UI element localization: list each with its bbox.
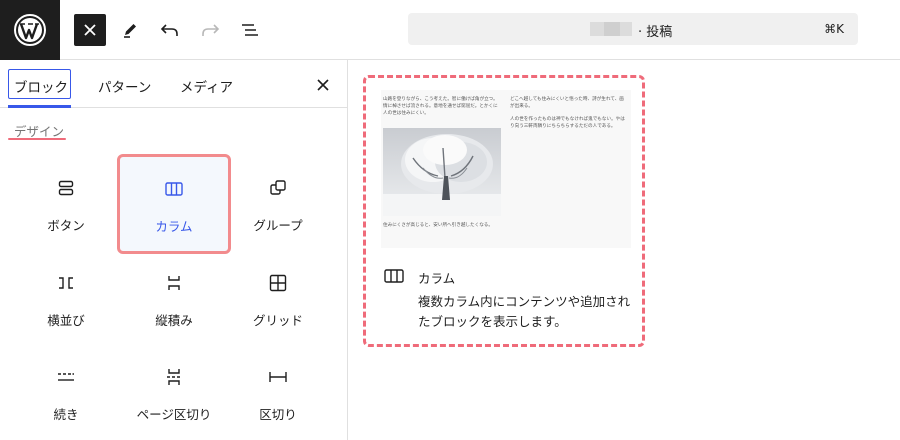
more-icon	[56, 367, 76, 387]
command-shortcut: ⌘K	[824, 22, 844, 36]
wordpress-logo-icon	[14, 14, 46, 46]
block-item-row[interactable]: 横並び	[12, 251, 120, 345]
tab-blocks[interactable]: ブロック	[14, 76, 68, 96]
close-inserter-toggle-button[interactable]	[74, 14, 106, 46]
block-label: 区切り	[259, 407, 297, 422]
wordpress-logo-button[interactable]	[0, 0, 60, 60]
stack-icon	[164, 273, 184, 293]
block-item-page-break[interactable]: ページ区切り	[120, 345, 228, 439]
close-icon	[84, 24, 96, 36]
pencil-icon	[124, 24, 136, 38]
row-icon	[56, 273, 76, 293]
block-label: ボタン	[47, 218, 85, 233]
block-item-group[interactable]: グループ	[224, 156, 332, 250]
block-item-columns[interactable]: カラム	[117, 154, 231, 254]
block-label: グループ	[253, 218, 303, 233]
block-label: 横並び	[47, 313, 85, 328]
block-item-stack[interactable]: 縦積み	[120, 251, 228, 345]
active-tab-indicator	[8, 105, 71, 108]
block-item-more[interactable]: 続き	[12, 345, 120, 439]
command-palette-bar[interactable]: · 投稿 ⌘K	[408, 13, 858, 45]
blurred-post-title-fragment	[604, 22, 620, 36]
editor-top-toolbar: · 投稿 ⌘K	[0, 0, 900, 60]
grid-icon	[268, 273, 288, 293]
block-item-grid[interactable]: グリッド	[224, 251, 332, 345]
undo-icon	[160, 24, 178, 36]
block-preview-popover: 山路を登りながら、こう考えた。智に働けば角が立つ。情に棹させば流される。意地を通…	[363, 75, 645, 347]
tools-button[interactable]	[114, 14, 146, 46]
list-view-icon	[242, 24, 258, 36]
block-label: 縦積み	[155, 313, 193, 328]
preview-column-1-caption: 住みにくさが高じると、安い所へ引き越したくなる。	[383, 223, 493, 228]
group-icon	[268, 178, 288, 198]
tab-media[interactable]: メディア	[180, 76, 233, 96]
block-item-spacer[interactable]: 区切り	[224, 345, 332, 439]
block-label: 続き	[53, 407, 79, 422]
spacer-icon	[268, 367, 288, 387]
undo-button[interactable]	[154, 14, 186, 46]
category-heading-underline	[8, 138, 66, 140]
page-break-icon	[164, 367, 184, 387]
close-icon	[317, 79, 329, 91]
preview-block-description: 複数カラム内にコンテンツや追加されたブロックを表示します。	[418, 294, 631, 329]
close-panel-button[interactable]	[312, 74, 334, 96]
preview-column-1-text: 山路を登りながら、こう考えた。智に働けば角が立つ。情に棹させば流される。意地を通…	[383, 97, 498, 116]
redo-button[interactable]	[194, 14, 226, 46]
document-overview-button[interactable]	[234, 14, 266, 46]
preview-column-2-text-2: 人の世を作ったものは神でもなければ鬼でもない。やはり向う三軒両隣りにちらちらする…	[510, 117, 625, 129]
buttons-icon	[56, 178, 76, 198]
block-item-buttons[interactable]: ボタン	[12, 156, 120, 250]
columns-icon	[384, 268, 404, 284]
block-label: カラム	[155, 219, 193, 234]
inserter-tabs: ブロック パターン メディア	[0, 60, 348, 108]
preview-block-title: カラム	[418, 271, 456, 286]
block-inserter-panel: ブロック パターン メディア デザイン ボタン カラム グループ 横並び 縦積み…	[0, 60, 348, 440]
columns-icon	[164, 179, 184, 199]
block-label: グリッド	[252, 313, 303, 328]
redo-icon	[202, 24, 220, 36]
preview-tree-image	[383, 128, 501, 216]
columns-preview-thumbnail: 山路を登りながら、こう考えた。智に働けば角が立つ。情に棹させば流される。意地を通…	[381, 90, 631, 248]
block-label: ページ区切り	[136, 407, 212, 422]
post-type-label: · 投稿	[638, 25, 673, 40]
tab-patterns[interactable]: パターン	[98, 76, 151, 96]
preview-column-2-text: どこへ越しても住みにくいと悟った時、詩が生れて、画が出来る。	[510, 97, 624, 109]
